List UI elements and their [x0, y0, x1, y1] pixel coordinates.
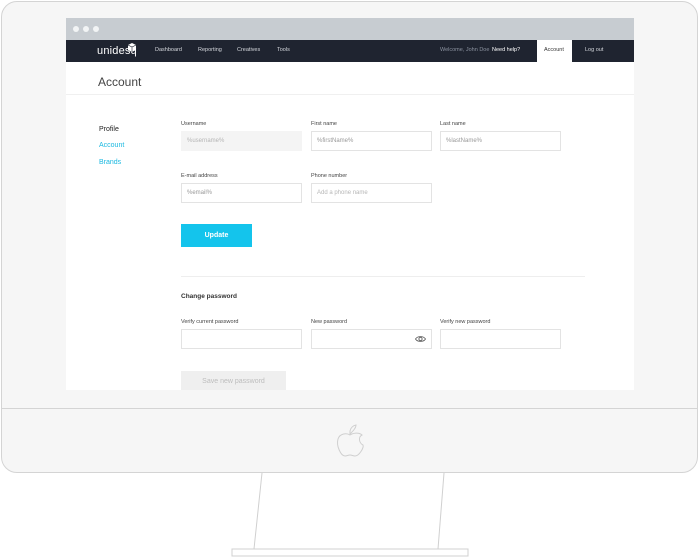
apple-logo-icon — [337, 424, 364, 457]
current-password-label: Verify current password — [181, 319, 239, 325]
phone-field[interactable]: Add a phone name — [311, 183, 432, 203]
logout-link[interactable]: Log out — [585, 47, 603, 53]
verify-password-label: Verify new password — [440, 319, 491, 325]
email-label: E-mail address — [181, 173, 218, 179]
last-name-label: Last name — [440, 121, 466, 127]
update-button[interactable]: Update — [181, 224, 252, 247]
last-name-field[interactable]: %lastName% — [440, 131, 561, 151]
window-titlebar — [66, 18, 634, 40]
nav-creatives[interactable]: Creatives — [237, 47, 260, 53]
nav-tools[interactable]: Tools — [277, 47, 290, 53]
change-password-title: Change password — [181, 293, 237, 300]
need-help-link[interactable]: Need help? — [492, 47, 520, 53]
monitor-chin-divider — [1, 408, 698, 409]
new-password-label: New password — [311, 319, 348, 325]
show-password-eye-icon[interactable] — [415, 335, 426, 343]
monitor-stand — [231, 472, 469, 557]
nav-account-label: Account — [544, 47, 564, 53]
nav-reporting[interactable]: Reporting — [198, 47, 222, 53]
save-password-button[interactable]: Save new password — [181, 371, 286, 390]
current-password-field[interactable] — [181, 329, 302, 349]
email-field[interactable]: %email% — [181, 183, 302, 203]
browser-window: unidesq Dashboard Reporting Creatives To… — [66, 18, 634, 390]
first-name-label: First name — [311, 121, 337, 127]
first-name-field[interactable]: %firstName% — [311, 131, 432, 151]
sidebar-item-profile[interactable]: Profile — [99, 126, 119, 133]
verify-password-field[interactable] — [440, 329, 561, 349]
welcome-text: Welcome, John Doe — [440, 47, 490, 53]
username-label: Username — [181, 121, 207, 127]
sidebar-item-account[interactable]: Account — [99, 142, 124, 149]
new-password-field[interactable] — [311, 329, 432, 349]
window-minimize-dot[interactable] — [83, 26, 89, 32]
nav-dashboard[interactable]: Dashboard — [155, 47, 182, 53]
logo-cube-icon — [128, 43, 136, 52]
window-zoom-dot[interactable] — [93, 26, 99, 32]
username-field[interactable]: %username% — [181, 131, 302, 151]
sidebar-item-brands[interactable]: Brands — [99, 159, 121, 166]
page-title: Account — [98, 75, 142, 89]
window-close-dot[interactable] — [73, 26, 79, 32]
phone-label: Phone number — [311, 173, 348, 179]
section-divider — [181, 276, 585, 277]
title-divider — [66, 94, 634, 95]
